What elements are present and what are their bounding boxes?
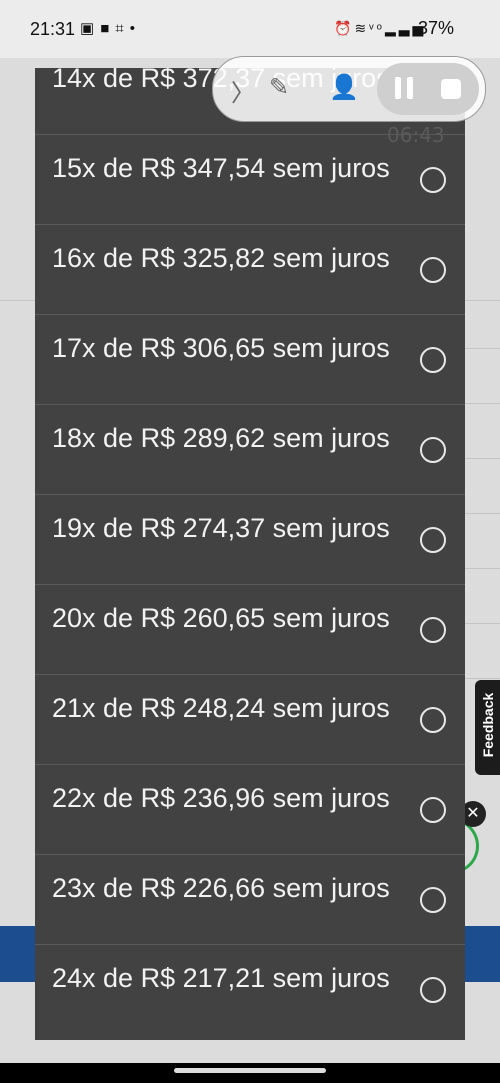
alarm-icon: ⏰ (334, 20, 355, 36)
radio-button[interactable] (420, 977, 446, 1003)
chevron-right-icon[interactable]: 〉 (231, 73, 255, 108)
option-18x[interactable]: 18x de R$ 289,62 sem juros (35, 406, 465, 495)
system-icons: ⏰≋ᵛᵒ▂▃▅ (334, 20, 426, 37)
status-bar: 21:31 ▣■⌗• ⏰≋ᵛᵒ▂▃▅ 37% (0, 0, 500, 58)
screen-recorder-toolbar[interactable]: 〉 ✎ 👤 (212, 56, 486, 122)
option-24x[interactable]: 24x de R$ 217,21 sem juros (35, 946, 465, 1035)
option-17x[interactable]: 17x de R$ 306,65 sem juros (35, 316, 465, 405)
navigation-bar (0, 1063, 500, 1083)
gallery-icon: ▣ (80, 20, 101, 37)
wifi-icon: ≋ (354, 20, 370, 36)
option-16x[interactable]: 16x de R$ 325,82 sem juros (35, 226, 465, 315)
radio-button[interactable] (420, 527, 446, 553)
app-icon: ■ (100, 20, 116, 37)
radio-button[interactable] (420, 167, 446, 193)
screenshot-icon: ⌗ (115, 20, 130, 37)
option-21x[interactable]: 21x de R$ 248,24 sem juros (35, 676, 465, 765)
volte-icon: ᵛᵒ (369, 20, 385, 36)
feedback-label: Feedback (480, 692, 496, 758)
option-19x[interactable]: 19x de R$ 274,37 sem juros (35, 496, 465, 585)
option-label: 15x de R$ 347,54 sem juros (52, 153, 390, 183)
feedback-tab[interactable]: Feedback (475, 680, 500, 775)
option-label: 21x de R$ 248,24 sem juros (52, 693, 390, 723)
recording-timer: 06:43 (387, 123, 445, 147)
pen-icon[interactable]: ✎ (269, 73, 289, 102)
radio-button[interactable] (420, 257, 446, 283)
radio-button[interactable] (420, 887, 446, 913)
dot-icon: • (129, 20, 141, 37)
status-time: 21:31 (30, 19, 76, 39)
radio-button[interactable] (420, 437, 446, 463)
installment-options-menu[interactable]: 14x de R$ 372,37 sem juros 15x de R$ 347… (35, 68, 465, 1040)
person-icon[interactable]: 👤 (329, 73, 359, 102)
option-label: 20x de R$ 260,65 sem juros (52, 603, 390, 633)
option-20x[interactable]: 20x de R$ 260,65 sem juros (35, 586, 465, 675)
option-label: 19x de R$ 274,37 sem juros (52, 513, 390, 543)
option-label: 16x de R$ 325,82 sem juros (52, 243, 390, 273)
radio-button[interactable] (420, 707, 446, 733)
option-15x[interactable]: 15x de R$ 347,54 sem juros (35, 136, 465, 225)
option-23x[interactable]: 23x de R$ 226,66 sem juros (35, 856, 465, 945)
stop-icon[interactable] (441, 79, 461, 99)
option-label: 24x de R$ 217,21 sem juros (52, 963, 390, 993)
home-handle[interactable] (174, 1068, 326, 1073)
option-label: 22x de R$ 236,96 sem juros (52, 783, 390, 813)
notification-icons: ▣■⌗• (80, 19, 141, 37)
option-22x[interactable]: 22x de R$ 236,96 sem juros (35, 766, 465, 855)
radio-button[interactable] (420, 797, 446, 823)
radio-button[interactable] (420, 347, 446, 373)
option-label: 18x de R$ 289,62 sem juros (52, 423, 390, 453)
recorder-controls (377, 63, 479, 115)
battery-level: 37% (418, 18, 455, 38)
option-label: 17x de R$ 306,65 sem juros (52, 333, 390, 363)
option-label: 23x de R$ 226,66 sem juros (52, 873, 390, 903)
radio-button[interactable] (420, 617, 446, 643)
